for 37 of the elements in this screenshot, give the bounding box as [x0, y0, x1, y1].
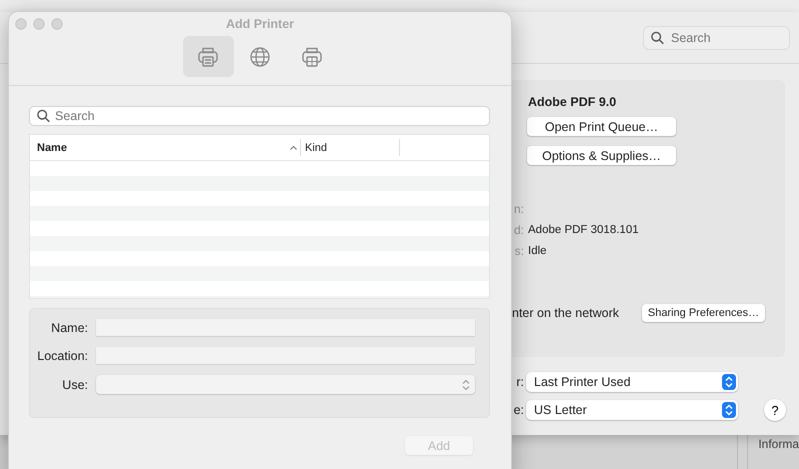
column-header[interactable]: Kind	[300, 139, 400, 156]
popup-menu[interactable]: Last Printer Used	[526, 372, 738, 392]
default-label: r:	[515, 375, 525, 389]
column-header[interactable]: Name	[30, 139, 300, 156]
use-popup[interactable]	[96, 375, 475, 394]
toolbar-tab[interactable]	[182, 36, 234, 77]
globe-icon	[249, 46, 271, 68]
stepper-icon	[722, 374, 736, 390]
detail-label: n:	[512, 202, 525, 216]
input-field[interactable]	[96, 347, 475, 364]
panel-button[interactable]: Options & Supplies…	[527, 146, 676, 165]
input-field[interactable]	[96, 319, 475, 336]
printer-icon	[197, 46, 219, 68]
panel-button[interactable]: Open Print Queue…	[527, 117, 676, 136]
default-label: e:	[512, 403, 525, 417]
search-icon	[651, 31, 664, 44]
help-button[interactable]: ?	[764, 399, 786, 421]
chevron-updown-icon	[462, 378, 470, 390]
window-controls-icon[interactable]	[15, 18, 65, 30]
info-label: Informa	[757, 436, 799, 453]
field-label: Use:	[61, 378, 89, 392]
window-title: Add Printer	[226, 17, 294, 31]
stepper-icon	[722, 402, 736, 418]
detail-value: Adobe PDF 3018.101	[528, 224, 639, 236]
detail-label: d:	[512, 222, 525, 236]
search-field[interactable]: Search	[29, 106, 490, 126]
sharing-label: nter on the network	[512, 306, 620, 320]
search-field[interactable]: Search	[643, 26, 790, 50]
field-label: Name:	[50, 320, 89, 334]
detail-label: s:	[514, 244, 525, 258]
search-icon	[37, 110, 50, 122]
printer-icon	[301, 46, 323, 68]
printer-name: Adobe PDF 9.0	[528, 95, 618, 109]
sharing-preferences-button[interactable]: Sharing Preferences…	[642, 304, 765, 322]
popup-menu[interactable]: US Letter	[526, 400, 738, 420]
detail-value: Idle	[528, 244, 547, 256]
field-label: Location:	[36, 348, 89, 362]
